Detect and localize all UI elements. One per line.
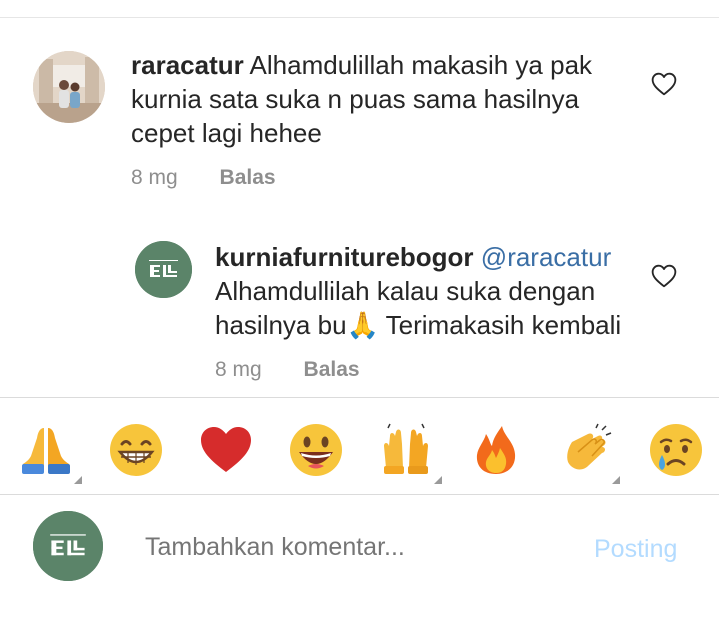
comment-meta: 8 mg Balas [131, 166, 631, 190]
comment-composer: Posting [0, 495, 719, 621]
comment-username[interactable]: kurniafurniturebogor [215, 242, 474, 272]
post-button[interactable]: Posting [594, 535, 677, 564]
kurnia-furniture-logo [33, 511, 103, 581]
variant-indicator [434, 476, 442, 484]
reply-button[interactable]: Balas [304, 358, 360, 381]
crying-face-emoji[interactable] [648, 422, 704, 478]
reply-button[interactable]: Balas [220, 166, 276, 189]
beaming-face-emoji[interactable] [108, 422, 164, 478]
comments-list[interactable]: raracatur Alhamdulillah makasih ya pak k… [0, 0, 719, 397]
comment-time: 8 mg [131, 166, 178, 189]
fire-emoji[interactable] [468, 422, 524, 478]
comment-username[interactable]: raracatur [131, 50, 244, 80]
quick-emoji-bar [0, 397, 719, 495]
comment-meta: 8 mg Balas [215, 358, 635, 382]
composer-avatar [33, 511, 103, 581]
heart-icon[interactable] [651, 72, 677, 96]
grinning-face-emoji[interactable] [288, 422, 344, 478]
raising-hands-emoji[interactable] [378, 422, 434, 478]
clapping-hands-emoji[interactable] [558, 422, 614, 478]
comment-body: raracatur Alhamdulillah makasih ya pak k… [131, 48, 631, 190]
folded-hands-emoji[interactable] [18, 422, 74, 478]
comment-text: raracatur Alhamdulillah makasih ya pak k… [131, 48, 631, 150]
comment-input[interactable] [145, 533, 565, 562]
kurnia-furniture-logo [135, 241, 192, 298]
red-heart-emoji[interactable] [198, 422, 254, 478]
comment-text: kurniafurniturebogor @raracatur Alhamdul… [215, 240, 635, 342]
comment-time: 8 mg [215, 358, 262, 381]
variant-indicator [74, 476, 82, 484]
comment-content: Alhamdullilah kalau suka dengan hasilnya… [215, 276, 622, 340]
mention-link[interactable]: @raracatur [481, 242, 611, 272]
heart-icon[interactable] [651, 264, 677, 288]
avatar[interactable] [33, 51, 105, 123]
avatar[interactable] [135, 241, 192, 298]
comment-body: kurniafurniturebogor @raracatur Alhamdul… [215, 240, 635, 382]
variant-indicator [612, 476, 620, 484]
user-photo [33, 51, 105, 123]
